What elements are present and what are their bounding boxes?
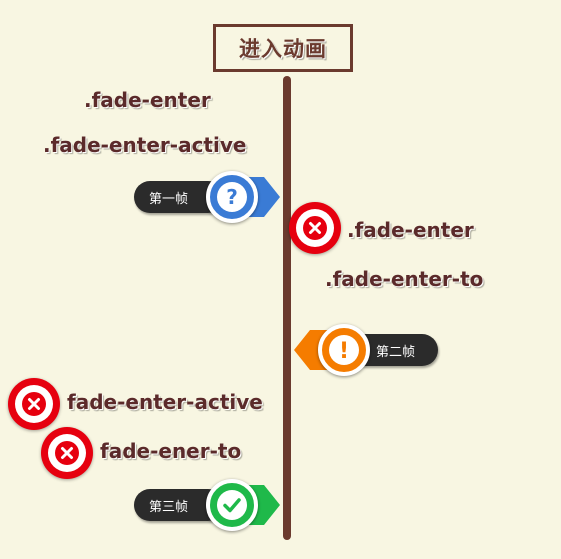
error-icon [289, 202, 341, 254]
svg-text:!: ! [339, 339, 349, 364]
frame-1-label: 第一帧 [149, 191, 189, 207]
title-box: 进入动画 [213, 24, 353, 72]
label-lower-fade-ener-to: fade-ener-to [100, 439, 242, 463]
frame-2-label: 第二帧 [376, 344, 416, 360]
timeline-line [283, 76, 291, 540]
label-right-fade-enter-to: .fade-enter-to [325, 267, 484, 291]
label-lower-fade-enter-active: fade-enter-active [67, 390, 263, 414]
diagram-title: 进入动画 [239, 37, 327, 61]
svg-text:?: ? [226, 185, 238, 209]
error-icon [8, 378, 60, 430]
label-left-fade-enter-active: .fade-enter-active [43, 133, 247, 157]
exclamation-icon: ! [318, 324, 370, 376]
check-icon [206, 479, 258, 531]
error-icon [41, 427, 93, 479]
label-right-fade-enter: .fade-enter [347, 218, 474, 242]
label-left-fade-enter: .fade-enter [84, 88, 211, 112]
question-icon: ? [206, 171, 258, 223]
frame-3-label: 第三帧 [149, 499, 189, 515]
